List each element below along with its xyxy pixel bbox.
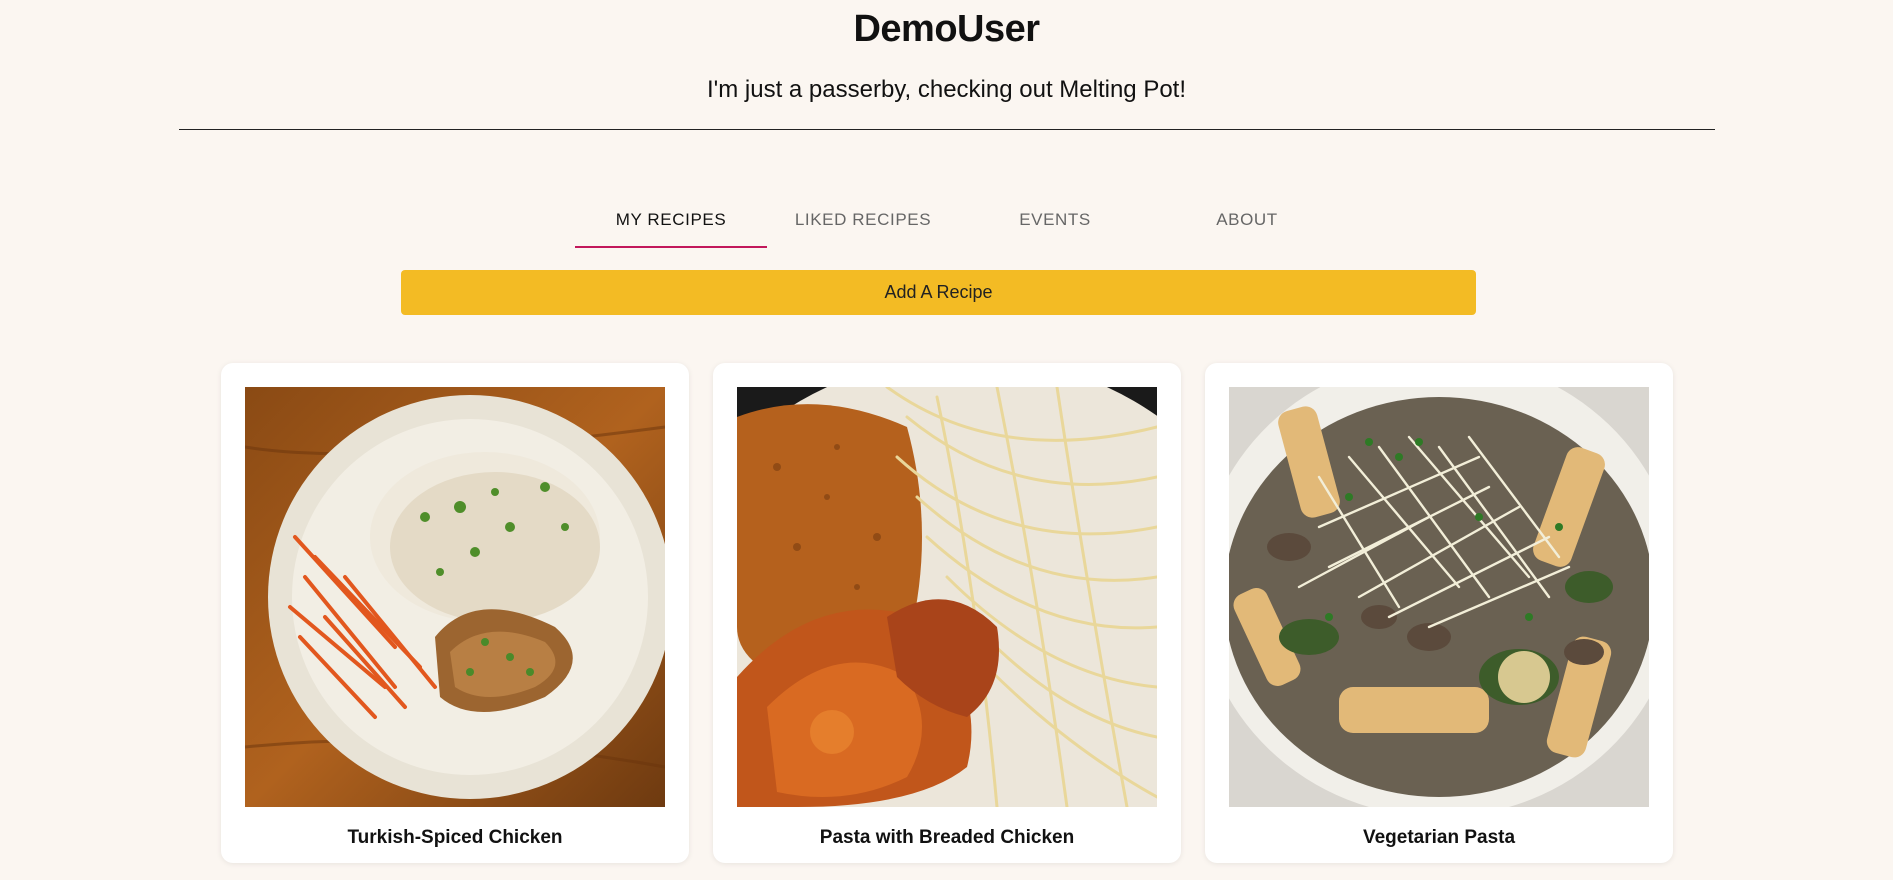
tab-liked-recipes[interactable]: LIKED RECIPES (767, 202, 959, 248)
profile-bio: I'm just a passerby, checking out Meltin… (706, 76, 1187, 103)
profile-tabs: MY RECIPES LIKED RECIPES EVENTS ABOUT (575, 202, 1343, 248)
tab-about[interactable]: ABOUT (1151, 202, 1343, 248)
recipe-title[interactable]: Vegetarian Pasta (1229, 827, 1649, 849)
profile-name: DemoUser (853, 8, 1040, 50)
add-recipe-button[interactable]: Add A Recipe (401, 270, 1476, 315)
recipe-card[interactable]: Vegetarian Pasta (1205, 363, 1673, 863)
recipe-title[interactable]: Turkish-Spiced Chicken (245, 827, 665, 849)
recipe-image[interactable] (245, 387, 665, 807)
recipe-card[interactable]: Turkish-Spiced Chicken (221, 363, 689, 863)
recipe-image[interactable] (737, 387, 1157, 807)
recipe-grid: Turkish-Spiced Chicken Pasta with Breade… (221, 363, 1673, 863)
recipe-image[interactable] (1229, 387, 1649, 807)
header-divider (179, 129, 1715, 130)
tab-events[interactable]: EVENTS (959, 202, 1151, 248)
recipe-card[interactable]: Pasta with Breaded Chicken (713, 363, 1181, 863)
tab-my-recipes[interactable]: MY RECIPES (575, 202, 767, 248)
recipe-title[interactable]: Pasta with Breaded Chicken (737, 827, 1157, 849)
